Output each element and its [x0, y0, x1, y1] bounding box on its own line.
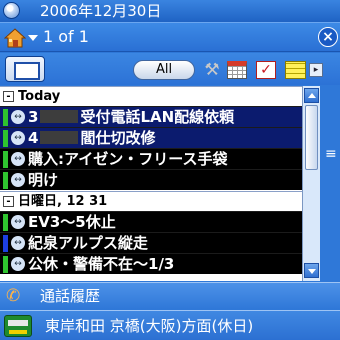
scroll-thumb[interactable]: [305, 105, 318, 170]
status-indicator: [3, 172, 8, 189]
status-indicator: [3, 235, 8, 252]
sync-icon: ↔: [11, 110, 25, 124]
call-history-label: 通話履歴: [40, 287, 101, 305]
item-text: 受付電話LAN配線依頼: [80, 108, 235, 126]
menu-lines-icon: ≡: [325, 146, 337, 162]
scrollbar[interactable]: [302, 86, 320, 281]
sync-icon: ↔: [11, 215, 25, 229]
title-date: 2006年12月30日: [40, 2, 162, 20]
item-text: EV3～5休止: [28, 213, 116, 231]
status-indicator: [3, 109, 8, 126]
collapse-icon[interactable]: -: [3, 91, 14, 102]
list-item[interactable]: ↔ 明け: [0, 169, 302, 190]
list-item[interactable]: ↔ 3 受付電話LAN配線依頼: [0, 106, 302, 127]
group-header-today[interactable]: - Today: [0, 86, 302, 106]
agenda-list: - Today ↔ 3 受付電話LAN配線依頼 ↔ 4 閻仕切改修 ↔ 購入:アイゼ…: [0, 86, 302, 281]
item-text: 購入:アイゼン・フリース手袋: [28, 150, 228, 168]
list-item[interactable]: ↔ 購入:アイゼン・フリース手袋: [0, 148, 302, 169]
phone-icon: ✆: [6, 286, 21, 306]
item-prefix: 3: [28, 108, 39, 126]
item-text: 公休・警備不在～1/3: [28, 255, 175, 273]
collapse-icon[interactable]: -: [3, 196, 14, 207]
list-item[interactable]: ↔ 紀泉アルプス縦走: [0, 232, 302, 253]
tools-icon[interactable]: ⚒: [201, 59, 223, 81]
close-button[interactable]: ×: [318, 27, 338, 47]
view-toggle-button[interactable]: [5, 56, 45, 82]
list-item[interactable]: ↔ 4 閻仕切改修: [0, 127, 302, 148]
toolbar: All ⚒ ✓ ▸: [0, 53, 340, 85]
transit-text: 東岸和田 京橋(大阪)方面(休日): [45, 317, 254, 335]
status-indicator: [3, 256, 8, 273]
group-label: 日曜日, 12 31: [18, 194, 108, 209]
redacted-block: [40, 131, 79, 144]
redacted-block: [40, 110, 79, 123]
item-text: 閻仕切改修: [80, 129, 156, 147]
scroll-down-icon[interactable]: [304, 263, 319, 278]
memo-icon[interactable]: [285, 61, 306, 79]
status-indicator: [3, 151, 8, 168]
list-item[interactable]: ↔ EV3～5休止: [0, 211, 302, 232]
call-history-bar[interactable]: ✆ 通話履歴: [0, 282, 340, 309]
side-handle[interactable]: ≡: [320, 86, 340, 281]
item-text: 紀泉アルプス縦走: [28, 234, 148, 252]
title-bar: 2006年12月30日: [0, 0, 340, 22]
page-indicator: 1 of 1: [43, 27, 89, 46]
sync-icon: ↔: [11, 173, 25, 187]
calendar-icon[interactable]: [227, 61, 247, 79]
list-item[interactable]: ↔ 公休・警備不在～1/3: [0, 253, 302, 274]
filter-button[interactable]: All: [133, 60, 195, 80]
sync-icon: ↔: [11, 131, 25, 145]
group-label: Today: [18, 89, 61, 104]
sync-icon: ↔: [11, 236, 25, 250]
header: 1 of 1 ×: [0, 22, 340, 52]
sync-icon: ↔: [11, 257, 25, 271]
chevron-down-icon[interactable]: [28, 35, 38, 41]
task-icon[interactable]: ✓: [256, 61, 276, 79]
status-indicator: [3, 130, 8, 147]
group-header-sunday[interactable]: - 日曜日, 12 31: [0, 191, 302, 211]
start-icon[interactable]: [3, 2, 20, 19]
transit-bar[interactable]: 東岸和田 京橋(大阪)方面(休日): [0, 310, 340, 340]
home-icon[interactable]: [4, 28, 26, 48]
item-text: 明け: [28, 171, 59, 189]
more-icon[interactable]: ▸: [309, 63, 323, 77]
scroll-up-icon[interactable]: [304, 88, 319, 103]
train-icon: [4, 315, 32, 337]
sync-icon: ↔: [11, 152, 25, 166]
status-indicator: [3, 214, 8, 231]
item-prefix: 4: [28, 129, 39, 147]
